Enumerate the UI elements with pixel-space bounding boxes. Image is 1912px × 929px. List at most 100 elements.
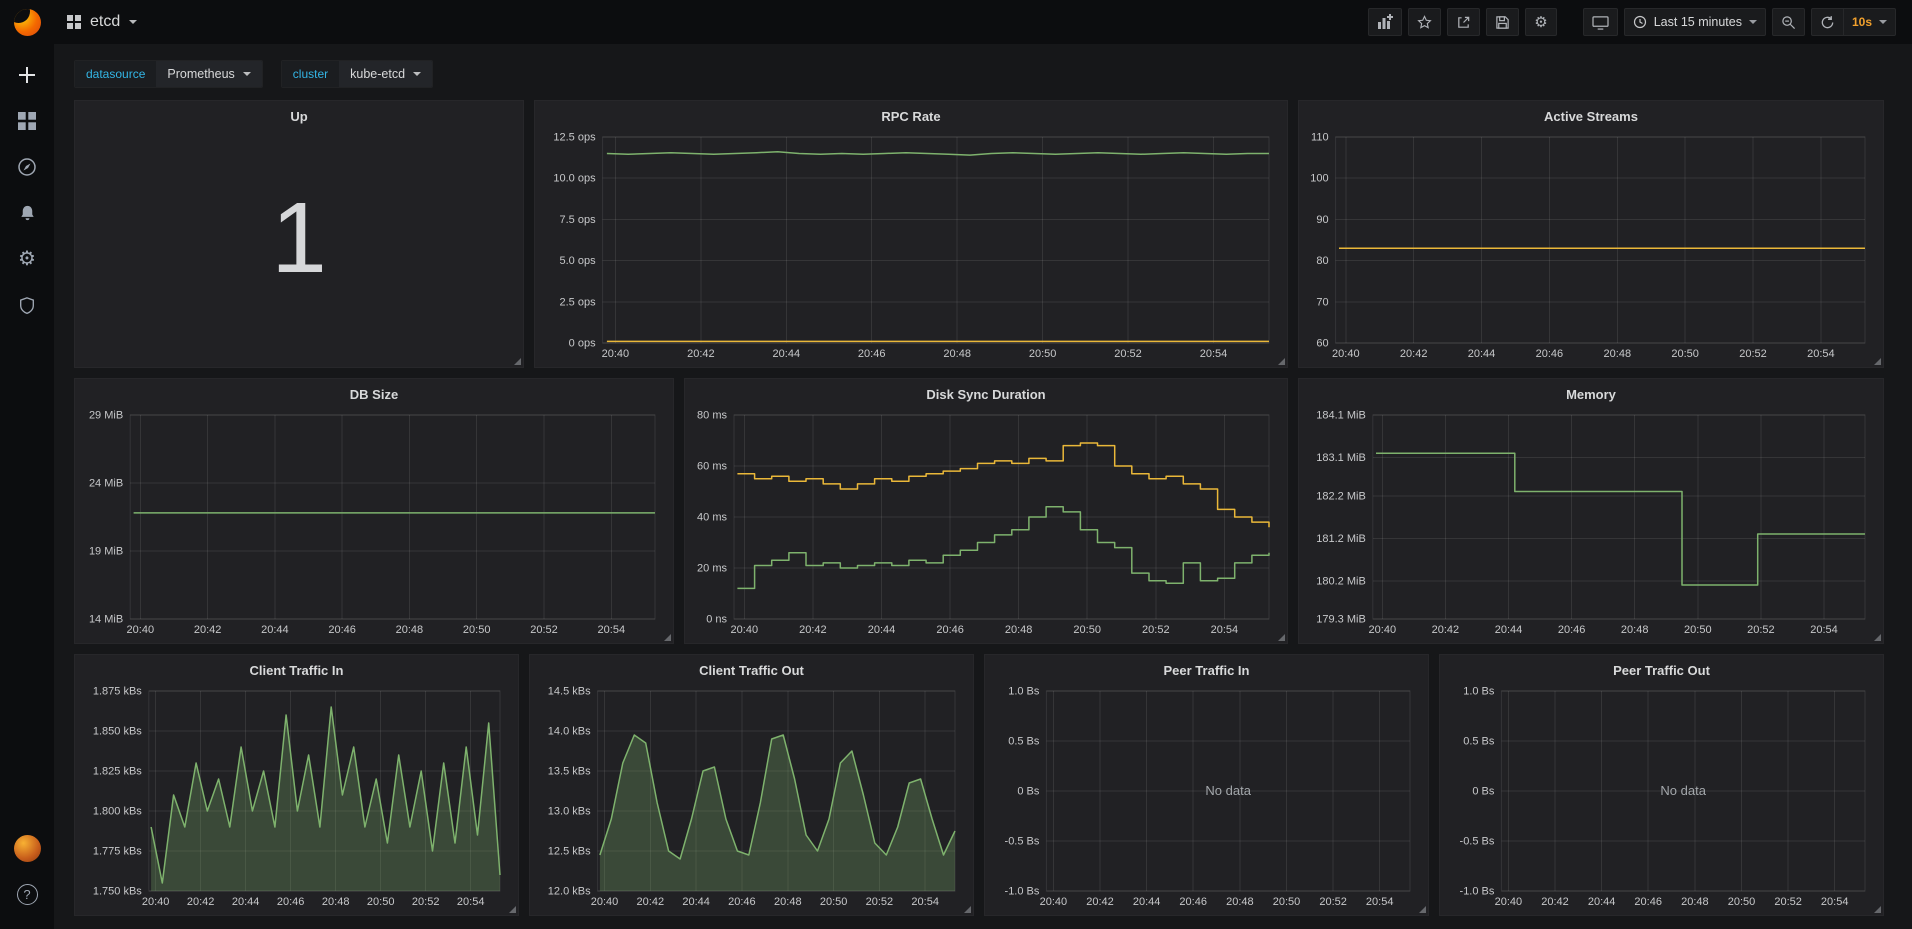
refresh-interval-picker[interactable]: 10s bbox=[1843, 8, 1896, 36]
star-button[interactable] bbox=[1408, 8, 1441, 36]
panel-title[interactable]: Client Traffic In bbox=[75, 655, 518, 681]
panel-resize-handle[interactable] bbox=[1278, 634, 1285, 641]
memory-chart[interactable]: 179.3 MiB180.2 MiB181.2 MiB182.2 MiB183.… bbox=[1303, 407, 1875, 639]
panel-title[interactable]: RPC Rate bbox=[535, 101, 1287, 127]
svg-text:20:40: 20:40 bbox=[591, 896, 619, 908]
panel-resize-handle[interactable] bbox=[1874, 358, 1881, 365]
variable-cluster-label: cluster bbox=[282, 61, 339, 87]
dashboard-grid: Up 1 RPC Rate 0 ops2.5 ops5.0 ops7.5 ops… bbox=[54, 100, 1912, 926]
svg-text:20:42: 20:42 bbox=[194, 624, 222, 636]
variable-datasource-label: datasource bbox=[75, 61, 156, 87]
svg-text:110: 110 bbox=[1311, 132, 1329, 144]
svg-text:2.5 ops: 2.5 ops bbox=[560, 296, 597, 308]
panel-peer-traffic-in: Peer Traffic In -1.0 Bs-0.5 Bs0 Bs0.5 Bs… bbox=[984, 654, 1429, 916]
svg-text:20:48: 20:48 bbox=[943, 348, 971, 360]
cycle-view-button[interactable] bbox=[1583, 8, 1618, 36]
save-button[interactable] bbox=[1486, 8, 1519, 36]
settings-gear-icon: ⚙ bbox=[1534, 15, 1547, 30]
sidebar-item-dashboards[interactable] bbox=[0, 98, 54, 144]
active-streams-chart[interactable]: 6070809010011020:4020:4220:4420:4620:482… bbox=[1303, 129, 1875, 363]
grafana-logo[interactable] bbox=[14, 9, 41, 36]
svg-text:20:46: 20:46 bbox=[1536, 348, 1564, 360]
peer-traffic-in-chart[interactable]: -1.0 Bs-0.5 Bs0 Bs0.5 Bs1.0 Bs20:4020:42… bbox=[989, 683, 1420, 911]
rpc-rate-chart[interactable]: 0 ops2.5 ops5.0 ops7.5 ops10.0 ops12.5 o… bbox=[539, 129, 1279, 363]
svg-text:20:40: 20:40 bbox=[142, 896, 170, 908]
disk-sync-duration-chart[interactable]: 0 ns20 ms40 ms60 ms80 ms20:4020:4220:442… bbox=[689, 407, 1279, 639]
svg-text:20:48: 20:48 bbox=[322, 896, 350, 908]
dashboard-content: datasource Prometheus cluster kube-etcd bbox=[54, 44, 1912, 929]
client-traffic-in-chart[interactable]: 1.750 kBs1.775 kBs1.800 kBs1.825 kBs1.85… bbox=[79, 683, 510, 911]
svg-text:100: 100 bbox=[1310, 173, 1328, 185]
panel-title[interactable]: Up bbox=[75, 101, 523, 127]
refresh-interval-label: 10s bbox=[1852, 15, 1872, 29]
explore-compass-icon bbox=[17, 157, 37, 177]
svg-text:20:44: 20:44 bbox=[1495, 624, 1523, 636]
svg-text:20:54: 20:54 bbox=[1810, 624, 1838, 636]
svg-text:20:54: 20:54 bbox=[911, 896, 939, 908]
sidebar-item-explore[interactable] bbox=[0, 144, 54, 190]
sidebar-item-create[interactable] bbox=[0, 52, 54, 98]
refresh-button[interactable] bbox=[1811, 8, 1843, 36]
svg-text:20:52: 20:52 bbox=[1142, 624, 1170, 636]
zoom-out-button[interactable] bbox=[1772, 8, 1805, 36]
time-range-picker[interactable]: Last 15 minutes bbox=[1624, 8, 1766, 36]
panel-resize-handle[interactable] bbox=[1874, 906, 1881, 913]
peer-traffic-out-chart[interactable]: -1.0 Bs-0.5 Bs0 Bs0.5 Bs1.0 Bs20:4020:42… bbox=[1444, 683, 1875, 911]
time-range-label: Last 15 minutes bbox=[1654, 15, 1742, 29]
dashboard-title: etcd bbox=[90, 13, 120, 31]
panel-resize-handle[interactable] bbox=[1278, 358, 1285, 365]
panel-title[interactable]: Active Streams bbox=[1299, 101, 1883, 127]
svg-text:-1.0 Bs: -1.0 Bs bbox=[1460, 886, 1495, 898]
add-panel-button[interactable] bbox=[1368, 8, 1402, 36]
sidebar-item-alerting[interactable] bbox=[0, 190, 54, 236]
panel-resize-handle[interactable] bbox=[664, 634, 671, 641]
panel-resize-handle[interactable] bbox=[509, 906, 516, 913]
svg-text:24 MiB: 24 MiB bbox=[89, 478, 123, 490]
sidebar: ⚙ ? bbox=[0, 44, 54, 929]
dashboard-settings-button[interactable]: ⚙ bbox=[1525, 8, 1556, 36]
svg-text:20:40: 20:40 bbox=[127, 624, 155, 636]
panel-resize-handle[interactable] bbox=[1419, 906, 1426, 913]
svg-text:20:54: 20:54 bbox=[457, 896, 485, 908]
panel-title[interactable]: Peer Traffic In bbox=[985, 655, 1428, 681]
share-button[interactable] bbox=[1447, 8, 1480, 36]
sidebar-item-server-admin[interactable] bbox=[0, 282, 54, 328]
svg-text:20:52: 20:52 bbox=[1114, 348, 1142, 360]
panel-resize-handle[interactable] bbox=[514, 358, 521, 365]
svg-text:0.5 Bs: 0.5 Bs bbox=[1463, 736, 1495, 748]
panel-title[interactable]: DB Size bbox=[75, 379, 673, 405]
panel-title[interactable]: Disk Sync Duration bbox=[685, 379, 1287, 405]
dashboard-title-button[interactable]: etcd bbox=[67, 13, 137, 31]
caret-down-icon bbox=[1879, 20, 1887, 24]
panel-resize-handle[interactable] bbox=[1874, 634, 1881, 641]
panel-title[interactable]: Peer Traffic Out bbox=[1440, 655, 1883, 681]
svg-text:20:54: 20:54 bbox=[598, 624, 626, 636]
svg-text:20:46: 20:46 bbox=[328, 624, 356, 636]
client-traffic-out-chart[interactable]: 12.0 kBs12.5 kBs13.0 kBs13.5 kBs14.0 kBs… bbox=[534, 683, 965, 911]
db-size-chart[interactable]: 14 MiB19 MiB24 MiB29 MiB20:4020:4220:442… bbox=[79, 407, 665, 639]
refresh-button-group: 10s bbox=[1811, 8, 1896, 36]
svg-text:90: 90 bbox=[1316, 214, 1328, 226]
dashboards-grid-icon bbox=[18, 112, 36, 130]
add-panel-icon bbox=[1377, 14, 1393, 30]
svg-text:19 MiB: 19 MiB bbox=[89, 546, 123, 558]
svg-text:20:42: 20:42 bbox=[1541, 896, 1569, 908]
svg-text:20:46: 20:46 bbox=[1634, 896, 1662, 908]
sidebar-item-configuration[interactable]: ⚙ bbox=[0, 236, 54, 282]
panel-active-streams: Active Streams 6070809010011020:4020:422… bbox=[1298, 100, 1884, 368]
panel-disk-sync-duration: Disk Sync Duration 0 ns20 ms40 ms60 ms80… bbox=[684, 378, 1288, 644]
svg-text:60 ms: 60 ms bbox=[697, 461, 727, 473]
svg-text:12.5 kBs: 12.5 kBs bbox=[548, 846, 591, 858]
svg-text:182.2 MiB: 182.2 MiB bbox=[1316, 490, 1366, 502]
sidebar-item-help[interactable]: ? bbox=[0, 871, 54, 917]
svg-text:20:46: 20:46 bbox=[728, 896, 756, 908]
panel-title[interactable]: Client Traffic Out bbox=[530, 655, 973, 681]
svg-text:0 Bs: 0 Bs bbox=[1472, 786, 1495, 798]
user-avatar[interactable] bbox=[0, 825, 54, 871]
panel-title[interactable]: Memory bbox=[1299, 379, 1883, 405]
panel-resize-handle[interactable] bbox=[964, 906, 971, 913]
topbar: etcd ⚙ bbox=[0, 0, 1912, 44]
variable-datasource-value[interactable]: Prometheus bbox=[156, 61, 261, 87]
svg-text:20:50: 20:50 bbox=[1273, 896, 1301, 908]
variable-cluster-value[interactable]: kube-etcd bbox=[339, 61, 432, 87]
